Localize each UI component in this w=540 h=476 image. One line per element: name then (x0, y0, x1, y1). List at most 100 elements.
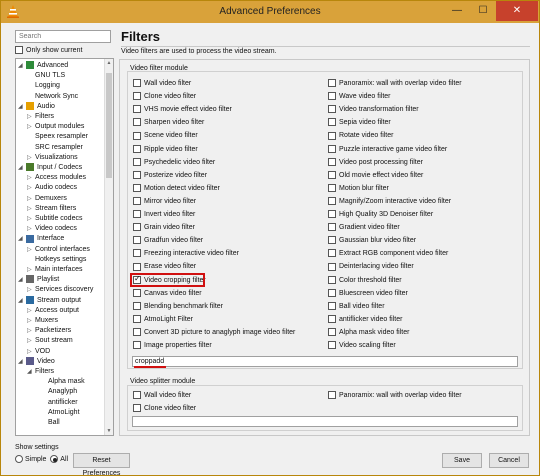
tree-item[interactable]: ▷ Access modules (27, 173, 86, 182)
filter-option[interactable]: Canvas video filter (133, 288, 202, 298)
tree-scrollbar[interactable]: ▲ ▼ (104, 59, 113, 435)
tree-item[interactable]: ▷ Video codecs (27, 224, 77, 233)
filter-checkbox[interactable] (133, 249, 141, 258)
filter-checkbox[interactable] (328, 223, 336, 232)
tree-item[interactable]: ▷ Audio codecs (27, 183, 77, 192)
tree-item[interactable]: GNU TLS (27, 71, 65, 80)
filter-option[interactable]: Rotate video filter (328, 131, 393, 140)
expanded-arrow-icon[interactable]: ◢ (27, 368, 35, 377)
filter-option[interactable]: Video post processing filter (328, 157, 423, 167)
filter-checkbox[interactable] (328, 92, 336, 101)
collapsed-arrow-icon[interactable]: ▷ (27, 113, 35, 122)
filter-option[interactable]: Ripple video filter (133, 144, 198, 154)
collapsed-arrow-icon[interactable]: ▷ (27, 286, 35, 295)
filter-option[interactable]: Wave video filter (328, 92, 390, 101)
tree-item[interactable]: SRC resampler (27, 143, 83, 152)
filter-checkbox[interactable] (328, 170, 336, 179)
filter-checkbox[interactable] (328, 79, 336, 88)
filter-option[interactable]: Invert video filter (133, 210, 195, 219)
filter-option[interactable]: Video transformation filter (328, 105, 419, 114)
filter-checkbox[interactable] (328, 131, 336, 140)
filter-checkbox[interactable] (328, 328, 336, 337)
collapsed-arrow-icon[interactable]: ▷ (27, 174, 35, 183)
filter-option[interactable]: Panoramix: wall with overlap video filte… (328, 391, 462, 400)
expanded-arrow-icon[interactable]: ◢ (18, 62, 26, 71)
filter-checkbox[interactable] (133, 131, 141, 140)
filter-checkbox[interactable] (328, 144, 336, 153)
filter-option[interactable]: Gradient video filter (328, 223, 400, 232)
collapsed-arrow-icon[interactable]: ▷ (27, 348, 35, 357)
filter-option[interactable]: Puzzle interactive game video filter (328, 144, 447, 154)
filter-option[interactable]: Grain video filter (133, 223, 195, 232)
tree-item[interactable]: Logging (27, 81, 60, 90)
tree-item[interactable]: ▷ Services discovery (27, 285, 93, 294)
collapsed-arrow-icon[interactable]: ▷ (27, 266, 35, 275)
tree-item[interactable]: ▷ Subtitle codecs (27, 214, 82, 223)
tree-item[interactable]: Alpha mask (40, 377, 85, 386)
filter-option[interactable]: Sepia video filter (328, 118, 391, 127)
tree-item[interactable]: ▷ Access output (27, 306, 79, 315)
tree-item[interactable]: ◢ Stream output (18, 295, 81, 305)
tree-item[interactable]: ▷ Control interfaces (27, 245, 90, 254)
tree-item[interactable]: ◢ Advanced (18, 61, 68, 70)
filter-checkbox[interactable] (133, 197, 141, 206)
tree-item[interactable]: ▷ Demuxers (27, 194, 67, 203)
filter-checkbox[interactable] (328, 118, 336, 127)
video-splitter-module-input[interactable] (132, 416, 518, 427)
filter-option[interactable]: Clone video filter (133, 92, 196, 101)
filter-option[interactable]: Scene video filter (133, 131, 198, 140)
filter-checkbox[interactable] (133, 262, 141, 271)
tree-item[interactable]: ▷ VOD (27, 347, 50, 356)
filter-checkbox[interactable] (133, 223, 141, 232)
collapsed-arrow-icon[interactable]: ▷ (27, 154, 35, 163)
filter-checkbox[interactable] (328, 197, 336, 206)
filter-option[interactable]: Gradfun video filter (133, 236, 203, 245)
filter-option[interactable]: Freezing interactive video filter (133, 249, 239, 258)
collapsed-arrow-icon[interactable]: ▷ (27, 317, 35, 326)
all-radio[interactable] (50, 455, 59, 463)
tree-item[interactable]: ▷ Sout stream (27, 336, 73, 345)
filter-option[interactable]: Image properties filter (133, 341, 212, 350)
collapsed-arrow-icon[interactable]: ▷ (27, 246, 35, 255)
search-input[interactable] (15, 30, 111, 43)
scroll-up-arrow-icon[interactable]: ▲ (105, 60, 113, 66)
filter-checkbox[interactable] (133, 105, 141, 114)
maximize-button[interactable]: ☐ (470, 1, 496, 21)
tree-item[interactable]: ▷ Stream filters (27, 204, 76, 213)
tree-item[interactable]: Ball (40, 418, 60, 427)
video-filter-module-input[interactable]: croppadd (132, 356, 518, 367)
filter-checkbox[interactable] (133, 301, 141, 310)
filter-option[interactable]: antiflicker video filter (328, 314, 402, 324)
filter-checkbox[interactable] (133, 183, 141, 192)
collapsed-arrow-icon[interactable]: ▷ (27, 307, 35, 316)
filter-option[interactable]: Posterize video filter (133, 170, 207, 180)
collapsed-arrow-icon[interactable]: ▷ (27, 184, 35, 193)
filter-option[interactable]: Ball video filter (328, 301, 385, 311)
filter-checkbox[interactable] (133, 236, 141, 245)
expanded-arrow-icon[interactable]: ◢ (18, 103, 26, 112)
filter-option[interactable]: AtmoLight Filter (133, 314, 193, 324)
tree-item[interactable]: Speex resampler (27, 132, 88, 141)
tree-item[interactable]: ▷ Filters (27, 112, 54, 121)
filter-checkbox[interactable] (328, 301, 336, 310)
filter-option[interactable]: VHS movie effect video filter (133, 105, 232, 114)
filter-checkbox[interactable] (133, 341, 141, 350)
tree-item[interactable]: ▷ Main interfaces (27, 265, 82, 274)
collapsed-arrow-icon[interactable]: ▷ (27, 215, 35, 224)
only-show-current-option[interactable]: Only show current (15, 46, 82, 54)
expanded-arrow-icon[interactable]: ◢ (18, 276, 26, 285)
tree-item[interactable]: ▷ Muxers (27, 316, 58, 325)
tree-item[interactable]: ▷ Output modules (27, 122, 84, 131)
filter-option[interactable]: Motion detect video filter (133, 183, 220, 193)
filter-checkbox[interactable] (328, 249, 336, 258)
filter-option[interactable]: Sharpen video filter (133, 118, 204, 127)
filter-checkbox[interactable] (328, 275, 336, 284)
filter-checkbox[interactable] (133, 328, 141, 337)
tree-item[interactable]: ◢ Playlist (18, 275, 59, 284)
expanded-arrow-icon[interactable]: ◢ (18, 164, 26, 173)
expanded-arrow-icon[interactable]: ◢ (18, 358, 26, 367)
expanded-arrow-icon[interactable]: ◢ (18, 235, 26, 244)
tree-item[interactable]: ◢ Interface (18, 234, 64, 243)
filter-checkbox[interactable] (133, 391, 141, 400)
reset-preferences-button[interactable]: Reset Preferences (73, 453, 130, 476)
